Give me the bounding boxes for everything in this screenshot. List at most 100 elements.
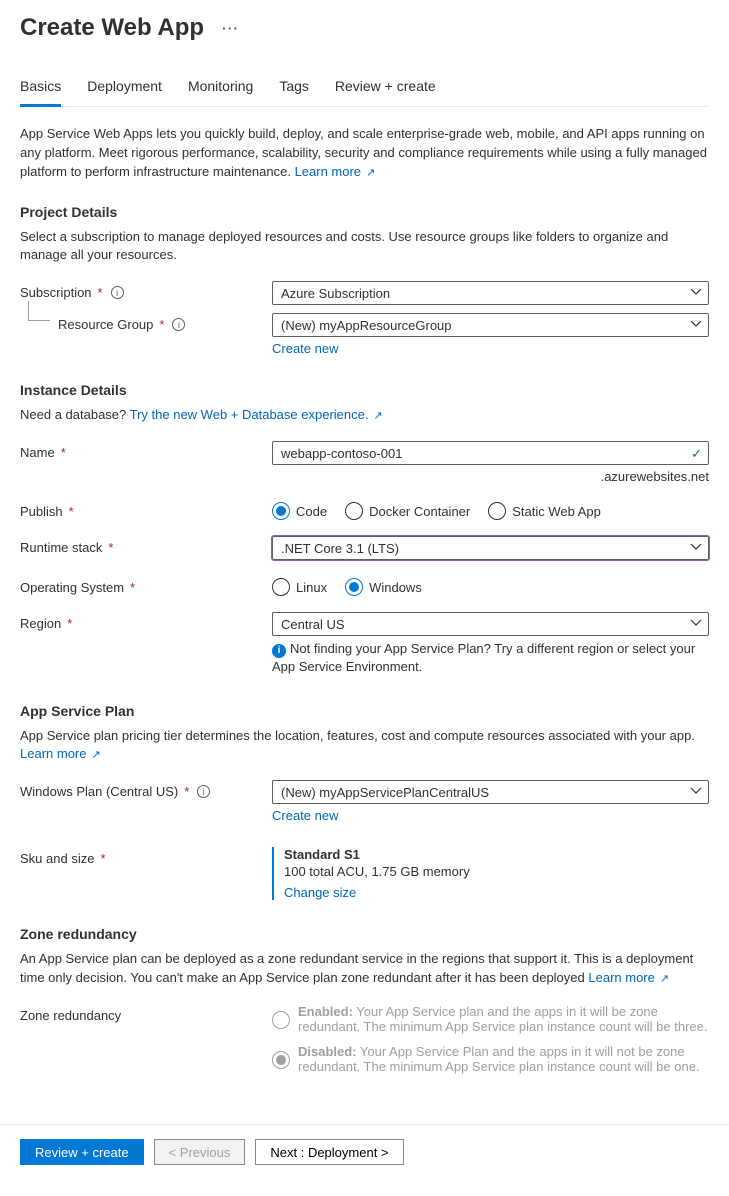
zone-label-text: Zone redundancy [20,1008,121,1023]
plan-desc-text: App Service plan pricing tier determines… [20,728,695,743]
project-heading: Project Details [20,204,709,220]
os-radios: Linux Windows [272,576,709,596]
subscription-select[interactable]: Azure Subscription [272,281,709,305]
radio-label: Linux [296,580,327,595]
page-title: Create Web App ··· [20,14,709,42]
radio-circle-icon [272,1051,290,1069]
required-star: * [67,616,72,631]
plan-learn-more-link[interactable]: Learn more ↗ [20,746,101,761]
plan-select[interactable]: (New) myAppServicePlanCentralUS [272,780,709,804]
required-star: * [130,580,135,595]
tab-deployment[interactable]: Deployment [87,72,162,106]
region-label-text: Region [20,616,61,631]
more-icon[interactable]: ··· [222,20,239,36]
required-star: * [184,784,189,799]
plan-label-text: Windows Plan (Central US) [20,784,178,799]
intro-learn-more-link[interactable]: Learn more ↗ [295,164,376,179]
external-link-icon: ↗ [88,749,100,761]
instance-heading: Instance Details [20,382,709,398]
section-zone-redundancy: Zone redundancy An App Service plan can … [20,926,709,1084]
os-radio-linux[interactable]: Linux [272,578,327,596]
db-prompt: Need a database? Try the new Web + Datab… [20,406,709,425]
chevron-down-icon [690,617,702,632]
zone-learn-more-link[interactable]: Learn more ↗ [588,970,669,985]
required-star: * [69,504,74,519]
tab-monitoring[interactable]: Monitoring [188,72,253,106]
section-app-service-plan: App Service Plan App Service plan pricin… [20,703,709,901]
plan-value: (New) myAppServicePlanCentralUS [281,785,489,800]
info-icon[interactable]: i [172,318,185,331]
db-prompt-text: Need a database? [20,407,130,422]
sku-name: Standard S1 [284,847,709,862]
os-label-text: Operating System [20,580,124,595]
publish-label-text: Publish [20,504,63,519]
chevron-down-icon [690,318,702,333]
web-database-link[interactable]: Try the new Web + Database experience. ↗ [130,407,383,422]
external-link-icon: ↗ [363,167,375,179]
plan-heading: App Service Plan [20,703,709,719]
publish-label: Publish * [20,500,272,519]
info-blue-icon: i [272,644,286,658]
subscription-label: Subscription * i [20,281,272,300]
zone-enabled-text: Enabled: Your App Service plan and the a… [298,1004,709,1034]
region-value: Central US [281,617,345,632]
sku-label-text: Sku and size [20,851,94,866]
resource-group-select[interactable]: (New) myAppResourceGroup [272,313,709,337]
plan-learn-label: Learn more [20,746,86,761]
intro-learn-label: Learn more [295,164,361,179]
create-new-rg-link[interactable]: Create new [272,341,338,356]
sku-box: Standard S1 100 total ACU, 1.75 GB memor… [272,847,709,900]
db-link-text: Try the new Web + Database experience. [130,407,369,422]
review-create-button[interactable]: Review + create [20,1139,144,1165]
resource-group-label: Resource Group * i [20,313,272,332]
runtime-label: Runtime stack * [20,536,272,555]
change-size-link[interactable]: Change size [284,885,356,900]
external-link-icon: ↗ [370,410,382,422]
publish-radio-code[interactable]: Code [272,502,327,520]
intro-text: App Service Web Apps lets you quickly bu… [20,125,709,182]
region-hint-text: Not finding your App Service Plan? Try a… [272,641,695,674]
previous-button: < Previous [154,1139,246,1165]
info-icon[interactable]: i [111,286,124,299]
os-radio-windows[interactable]: Windows [345,578,422,596]
publish-radio-static[interactable]: Static Web App [488,502,601,520]
chevron-down-icon [690,286,702,301]
name-value: webapp-contoso-001 [281,446,402,461]
page-title-text: Create Web App [20,14,204,42]
rg-label-text: Resource Group [58,317,153,332]
section-project-details: Project Details Select a subscription to… [20,204,709,357]
required-star: * [108,540,113,555]
create-new-plan-link[interactable]: Create new [272,808,338,823]
radio-label: Docker Container [369,504,470,519]
check-icon: ✓ [691,446,702,462]
plan-desc: App Service plan pricing tier determines… [20,727,709,765]
tab-tags[interactable]: Tags [279,72,309,106]
region-label: Region * [20,612,272,631]
name-input[interactable]: webapp-contoso-001 ✓ [272,441,709,465]
required-star: * [61,445,66,460]
zone-learn-label: Learn more [588,970,654,985]
chevron-down-icon [690,541,702,556]
runtime-select[interactable]: .NET Core 3.1 (LTS) [272,536,709,560]
region-hint: iNot finding your App Service Plan? Try … [272,640,709,676]
zone-radio-enabled: Enabled: Your App Service plan and the a… [272,1004,709,1034]
radio-label: Code [296,504,327,519]
runtime-value: .NET Core 3.1 (LTS) [281,541,399,556]
tab-basics[interactable]: Basics [20,72,61,107]
radio-circle-icon [272,1011,290,1029]
next-button[interactable]: Next : Deployment > [255,1139,403,1165]
publish-radios: Code Docker Container Static Web App [272,500,709,520]
zone-disabled-text: Disabled: Your App Service Plan and the … [298,1044,709,1074]
external-link-icon: ↗ [657,973,669,985]
region-select[interactable]: Central US [272,612,709,636]
info-icon[interactable]: i [197,785,210,798]
runtime-label-text: Runtime stack [20,540,102,555]
required-star: * [159,317,164,332]
publish-radio-docker[interactable]: Docker Container [345,502,470,520]
section-instance-details: Instance Details Need a database? Try th… [20,382,709,676]
os-label: Operating System * [20,576,272,595]
zone-heading: Zone redundancy [20,926,709,942]
tab-review-create[interactable]: Review + create [335,72,436,106]
subscription-label-text: Subscription [20,285,92,300]
tabs: Basics Deployment Monitoring Tags Review… [20,72,709,107]
